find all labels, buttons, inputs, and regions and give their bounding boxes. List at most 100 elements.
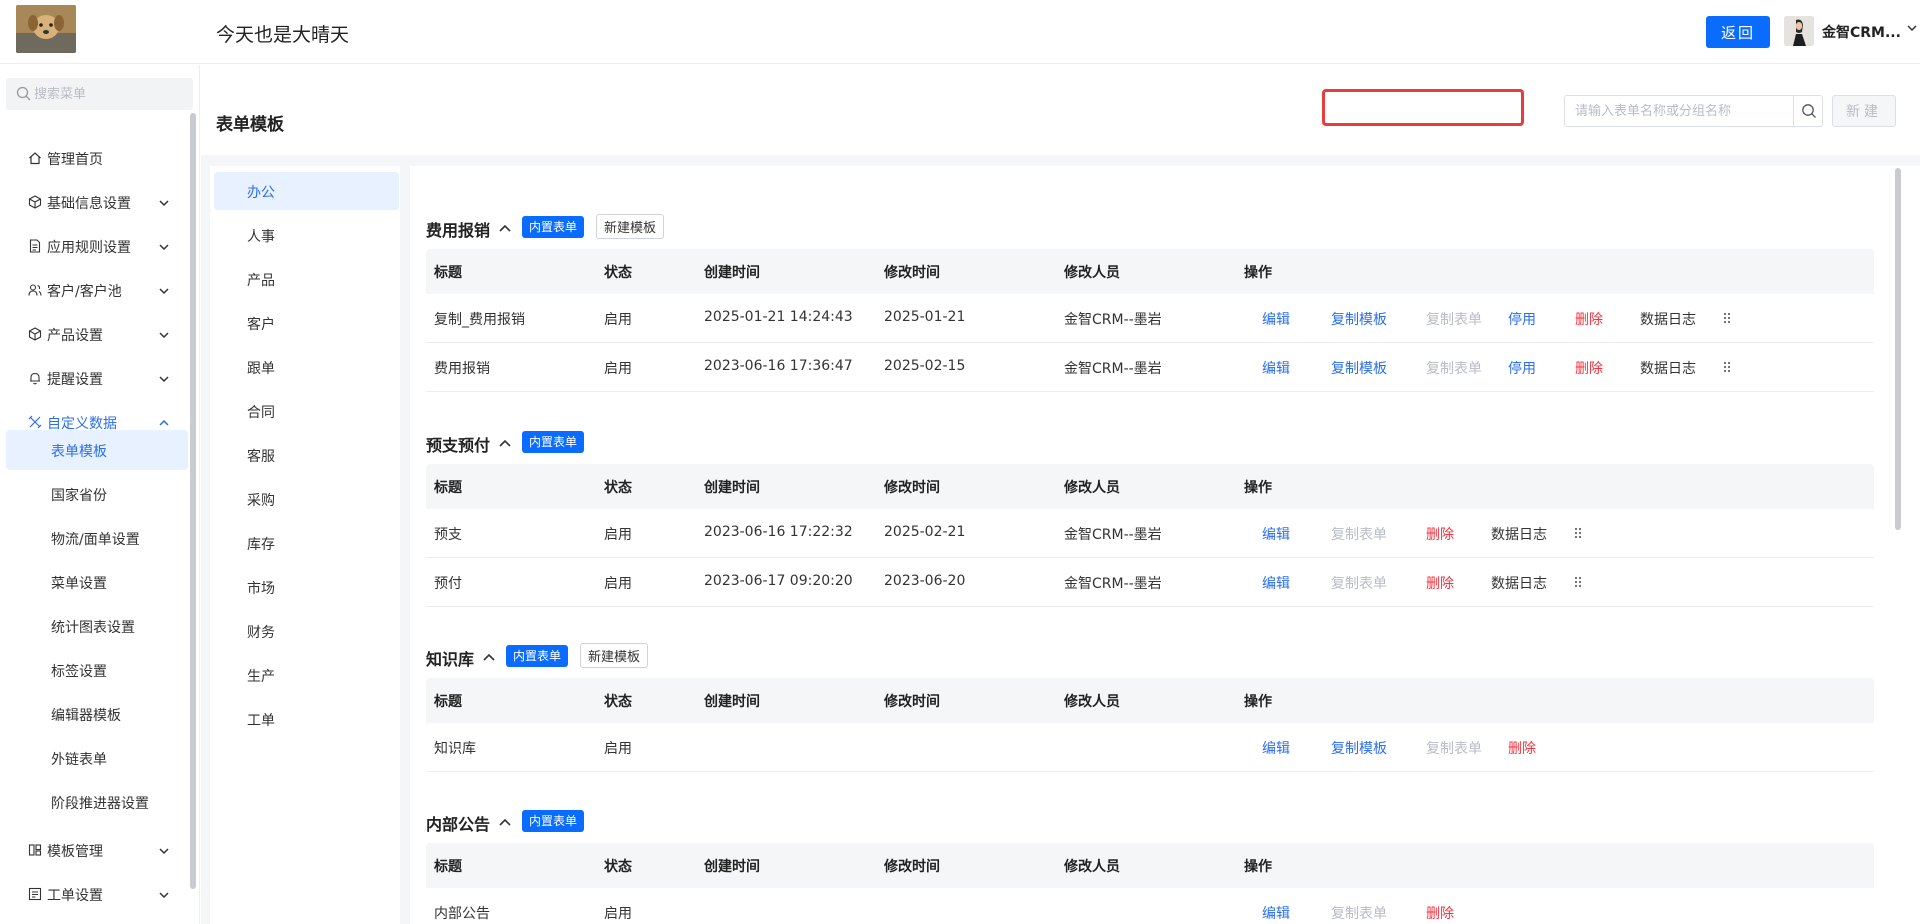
- new-template-button[interactable]: 新建模板: [580, 643, 649, 668]
- edit-link[interactable]: 编辑: [1262, 358, 1290, 378]
- category-item[interactable]: 办公: [214, 172, 399, 210]
- user-avatar[interactable]: [1784, 16, 1814, 46]
- template-search-input[interactable]: [1575, 96, 1785, 126]
- new-button[interactable]: 新建: [1832, 95, 1896, 127]
- cell-modifier: 金智CRM--墨岩: [1064, 576, 1162, 592]
- cell-created: 2023-06-17 09:20:20: [704, 573, 853, 589]
- chevron-up-icon[interactable]: [482, 650, 496, 666]
- column-header: 创建时间: [704, 265, 760, 281]
- sidebar-item-app-rules[interactable]: 应用规则设置: [6, 226, 188, 266]
- chevron-up-icon[interactable]: [498, 221, 512, 237]
- sidebar-scrollbar[interactable]: [190, 113, 196, 889]
- menu-search-box[interactable]: [6, 78, 193, 110]
- chevron-down-icon[interactable]: [1906, 22, 1918, 38]
- search-icon[interactable]: [1801, 103, 1817, 123]
- sidebar-sub-chart-settings[interactable]: 统计图表设置: [6, 606, 188, 646]
- category-item[interactable]: 合同: [214, 392, 399, 430]
- category-item[interactable]: 采购: [214, 480, 399, 518]
- data-log-link[interactable]: 数据日志: [1640, 309, 1696, 329]
- data-log-link[interactable]: 数据日志: [1640, 358, 1696, 378]
- sidebar-item-reminders[interactable]: 提醒设置: [6, 358, 188, 398]
- sidebar-item-ticket-settings[interactable]: 工单设置: [6, 874, 188, 914]
- new-template-button[interactable]: 新建模板: [596, 214, 665, 239]
- delete-link[interactable]: 删除: [1426, 524, 1454, 544]
- page-title: 表单模板: [216, 115, 284, 135]
- delete-link[interactable]: 删除: [1426, 573, 1454, 593]
- table-row: 内部公告 启用 编辑 复制表单 删除: [426, 888, 1874, 924]
- category-item[interactable]: 库存: [214, 524, 399, 562]
- sidebar-sub-tag-settings[interactable]: 标签设置: [6, 650, 188, 690]
- table-row: 复制_费用报销 启用 2025-01-21 14:24:43 2025-01-21 金智…: [426, 294, 1874, 343]
- data-log-link[interactable]: 数据日志: [1491, 524, 1547, 544]
- category-item[interactable]: 客服: [214, 436, 399, 474]
- back-button[interactable]: 返回: [1706, 16, 1770, 48]
- template-list: 费用报销 内置表单 新建模板 标题 状态 创建时间 修改时间 修改人员 操作 复制_费用报销 启用 2…: [410, 166, 1920, 924]
- drag-handle-icon[interactable]: [1723, 312, 1731, 328]
- sidebar-sub-regions[interactable]: 国家省份: [6, 474, 188, 514]
- delete-link[interactable]: 删除: [1575, 358, 1603, 378]
- delete-link[interactable]: 删除: [1508, 738, 1536, 758]
- search-icon: [16, 86, 31, 105]
- group-header: 预支预付 内置表单: [426, 428, 1026, 456]
- delete-link[interactable]: 删除: [1426, 903, 1454, 923]
- category-item[interactable]: 生产: [214, 656, 399, 694]
- disable-link[interactable]: 停用: [1508, 358, 1536, 378]
- edit-link[interactable]: 编辑: [1262, 738, 1290, 758]
- copy-template-link[interactable]: 复制模板: [1331, 738, 1387, 758]
- cell-modified: 2025-02-15: [884, 358, 966, 374]
- edit-link[interactable]: 编辑: [1262, 309, 1290, 329]
- drag-handle-icon[interactable]: [1574, 576, 1582, 592]
- template-search-box[interactable]: [1564, 95, 1823, 127]
- category-item[interactable]: 财务: [214, 612, 399, 650]
- chevron-up-icon[interactable]: [498, 815, 512, 831]
- sidebar-item-template-management[interactable]: 模板管理: [6, 830, 188, 870]
- table-row: 知识库 启用 编辑 复制模板 复制表单 删除: [426, 723, 1874, 772]
- menu-search-input[interactable]: [34, 78, 184, 110]
- copy-template-link[interactable]: 复制模板: [1331, 309, 1387, 329]
- sidebar-item-basic-info[interactable]: 基础信息设置: [6, 182, 188, 222]
- category-item[interactable]: 产品: [214, 260, 399, 298]
- drag-handle-icon[interactable]: [1574, 527, 1582, 543]
- cell-title: 内部公告: [434, 906, 490, 922]
- sidebar-item-products[interactable]: 产品设置: [6, 314, 188, 354]
- cell-title: 复制_费用报销: [434, 312, 525, 328]
- edit-link[interactable]: 编辑: [1262, 573, 1290, 593]
- list-scrollbar[interactable]: [1895, 168, 1901, 530]
- edit-link[interactable]: 编辑: [1262, 524, 1290, 544]
- drag-handle-icon[interactable]: [1723, 361, 1731, 377]
- sidebar-item-customers[interactable]: 客户/客户池: [6, 270, 188, 310]
- home-icon: [28, 151, 42, 169]
- file-icon: [28, 239, 42, 257]
- edit-link[interactable]: 编辑: [1262, 903, 1290, 923]
- data-log-link[interactable]: 数据日志: [1491, 573, 1547, 593]
- category-item[interactable]: 市场: [214, 568, 399, 606]
- column-header: 操作: [1244, 265, 1272, 281]
- cell-modified: 2025-02-21: [884, 524, 966, 540]
- sidebar-sub-form-templates[interactable]: 表单模板: [6, 430, 188, 470]
- cell-status: 启用: [604, 527, 632, 543]
- cell-modifier: 金智CRM--墨岩: [1064, 312, 1162, 328]
- sidebar-sub-editor-templates[interactable]: 编辑器模板: [6, 694, 188, 734]
- sidebar-sub-menu-settings[interactable]: 菜单设置: [6, 562, 188, 602]
- column-header: 创建时间: [704, 859, 760, 875]
- category-item[interactable]: 工单: [214, 700, 399, 738]
- user-name[interactable]: 金智CRM...: [1822, 22, 1901, 42]
- disable-link[interactable]: 停用: [1508, 309, 1536, 329]
- sidebar-sub-logistics[interactable]: 物流/面单设置: [6, 518, 188, 558]
- category-item[interactable]: 客户: [214, 304, 399, 342]
- group-header: 费用报销 内置表单 新建模板: [426, 213, 1026, 241]
- category-item[interactable]: 人事: [214, 216, 399, 254]
- app-logo[interactable]: [16, 5, 76, 53]
- sidebar-sub-external-forms[interactable]: 外链表单: [6, 738, 188, 778]
- chevron-down-icon: [158, 845, 170, 861]
- sidebar: 管理首页 基础信息设置 应用规则设置 客户/客户池 产品设置 提醒设置 自定义数…: [0, 65, 200, 924]
- table-header: 标题 状态 创建时间 修改时间 修改人员 操作: [426, 843, 1874, 888]
- builtin-badge: 内置表单: [522, 216, 585, 238]
- copy-template-link[interactable]: 复制模板: [1331, 358, 1387, 378]
- chevron-up-icon[interactable]: [498, 436, 512, 452]
- sidebar-sub-stage-settings[interactable]: 阶段推进器设置: [6, 782, 188, 822]
- category-item[interactable]: 跟单: [214, 348, 399, 386]
- cell-title: 知识库: [434, 741, 476, 757]
- sidebar-item-home[interactable]: 管理首页: [6, 138, 188, 178]
- delete-link[interactable]: 删除: [1575, 309, 1603, 329]
